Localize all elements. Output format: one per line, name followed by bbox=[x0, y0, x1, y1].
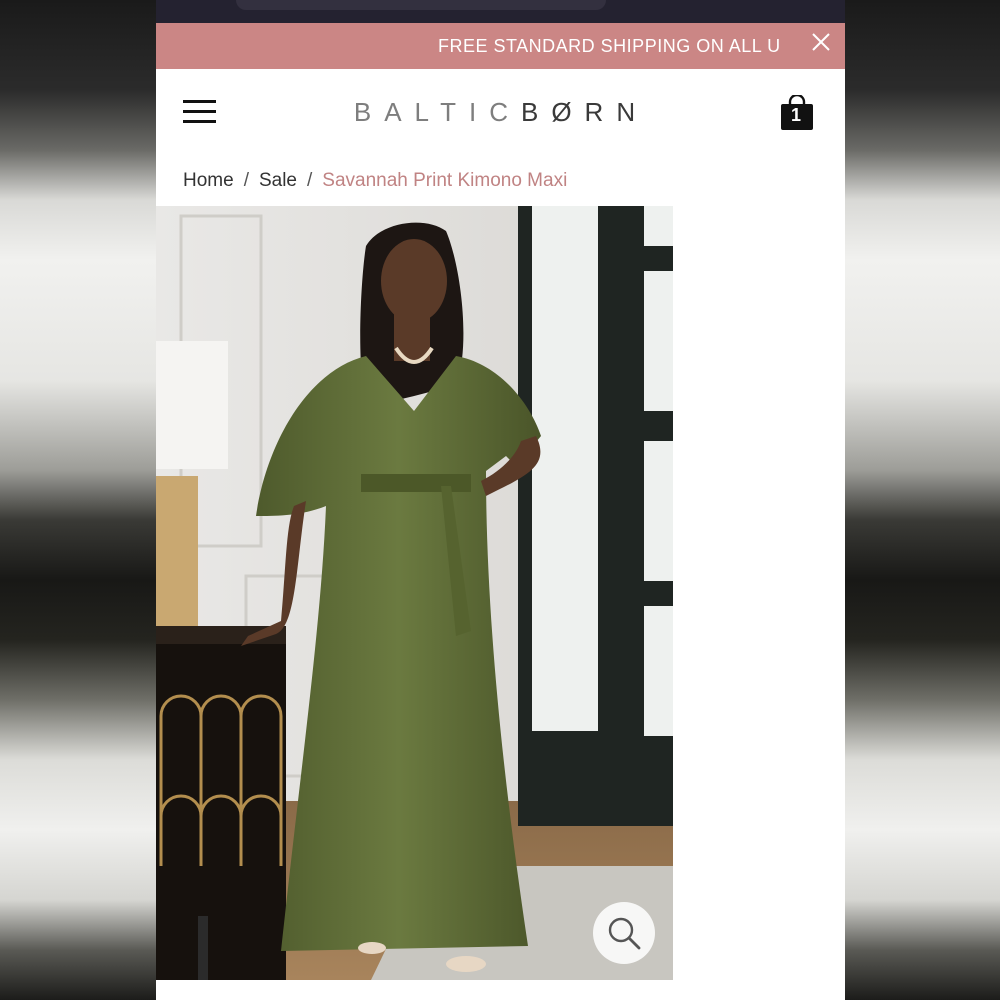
close-icon[interactable] bbox=[808, 29, 834, 55]
promo-banner: FREE STANDARD SHIPPING ON ALL U bbox=[156, 23, 845, 69]
breadcrumb-separator: / bbox=[243, 170, 249, 191]
background-left bbox=[0, 0, 156, 1000]
shopping-bag-icon[interactable]: 1 bbox=[780, 93, 814, 131]
breadcrumb: Home / Sale / Savannah Print Kimono Maxi bbox=[183, 170, 567, 192]
notch bbox=[236, 0, 606, 10]
logo-text-strong: BØRN bbox=[520, 97, 649, 127]
logo-text-light: BALTIC bbox=[353, 97, 521, 127]
site-header: BALTICBØRN 1 bbox=[156, 69, 845, 155]
breadcrumb-separator: / bbox=[307, 170, 313, 191]
breadcrumb-sale[interactable]: Sale bbox=[259, 170, 297, 191]
brand-logo[interactable]: BALTICBØRN bbox=[331, 97, 671, 128]
status-bar bbox=[156, 0, 845, 23]
magnifier-icon[interactable] bbox=[593, 902, 655, 964]
phone-screen: FREE STANDARD SHIPPING ON ALL U BALTICBØ… bbox=[156, 0, 845, 1000]
background-right bbox=[845, 0, 1000, 1000]
promo-text: FREE STANDARD SHIPPING ON ALL U bbox=[438, 36, 781, 56]
breadcrumb-home[interactable]: Home bbox=[183, 170, 234, 191]
hamburger-menu-icon[interactable] bbox=[183, 98, 217, 124]
cart-count-badge: 1 bbox=[790, 105, 801, 125]
breadcrumb-current: Savannah Print Kimono Maxi bbox=[322, 170, 568, 191]
product-image[interactable] bbox=[156, 206, 673, 980]
